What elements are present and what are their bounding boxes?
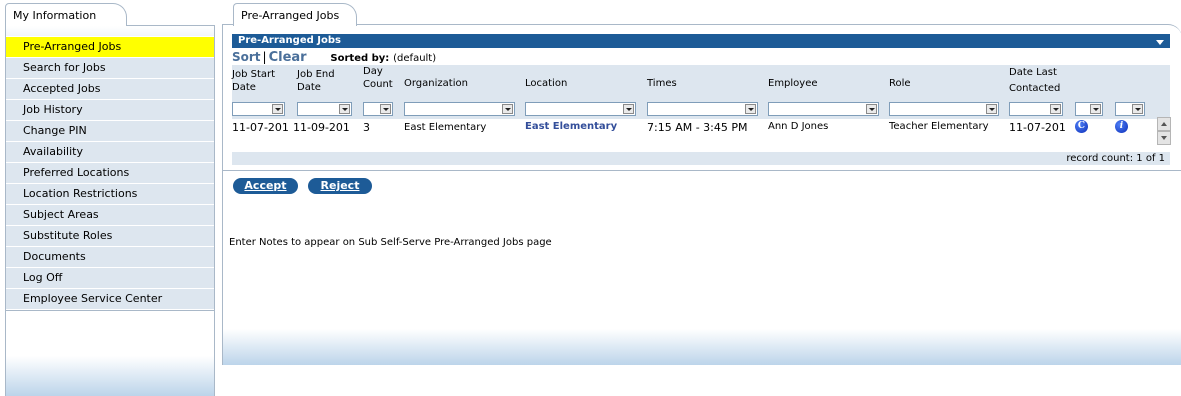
chevron-down-icon	[866, 104, 877, 114]
sort-separator: |	[262, 50, 267, 64]
sort-link[interactable]: Sort	[232, 50, 261, 64]
col-date-last-contacted[interactable]: Date Last Contacted	[1009, 65, 1069, 97]
sorted-by-label: Sorted by:	[330, 53, 390, 64]
filter-date-last-contacted[interactable]	[1009, 102, 1063, 116]
grid-scrollbar[interactable]	[1157, 117, 1171, 145]
chevron-down-icon	[380, 104, 391, 114]
sort-bar: Sort | Clear Sorted by: (default)	[232, 50, 437, 65]
chevron-down-icon	[339, 104, 350, 114]
filter-day-count[interactable]	[363, 102, 393, 116]
sidebar-item-accepted-jobs[interactable]: Accepted Jobs	[6, 79, 214, 99]
sidebar-item-change-pin[interactable]: Change PIN	[6, 121, 214, 141]
contact-c-icon[interactable]: C	[1075, 120, 1088, 133]
sidebar-item-preferred-locations[interactable]: Preferred Locations	[6, 163, 214, 183]
col-job-start-date[interactable]: Job Start Date	[232, 68, 290, 94]
cell-location-link[interactable]: East Elementary	[525, 121, 617, 132]
filter-job-start-date[interactable]	[232, 102, 285, 116]
accept-button[interactable]: Accept	[233, 178, 298, 194]
col-location[interactable]: Location	[525, 77, 567, 90]
main-panel: Pre-Arranged Jobs Sort | Clear Sorted by: …	[222, 24, 1181, 365]
cell-organization: East Elementary	[404, 122, 487, 133]
tab-pre-arranged-jobs[interactable]: Pre-Arranged Jobs	[233, 3, 357, 26]
sidebar-item-substitute-roles[interactable]: Substitute Roles	[6, 226, 214, 246]
filter-organization[interactable]	[404, 102, 515, 116]
cell-job-start-date: 11-07-201	[232, 121, 289, 134]
sidebar: Pre-Arranged Jobs Search for Jobs Accept…	[5, 25, 215, 396]
chevron-down-icon	[745, 104, 756, 114]
grid-title: Pre-Arranged Jobs	[238, 35, 341, 46]
chevron-down-icon	[623, 104, 634, 114]
tab-label: My Information	[13, 9, 97, 22]
tab-label: Pre-Arranged Jobs	[241, 9, 340, 22]
col-job-end-date[interactable]: Job End Date	[297, 68, 352, 94]
sorted-by-value: (default)	[393, 53, 437, 64]
clear-link[interactable]: Clear	[269, 50, 307, 65]
sidebar-item-availability[interactable]: Availability	[6, 142, 214, 162]
reject-button[interactable]: Reject	[308, 178, 372, 194]
sidebar-item-location-restrictions[interactable]: Location Restrictions	[6, 184, 214, 204]
col-times[interactable]: Times	[647, 77, 677, 90]
info-icon[interactable]: i	[1115, 120, 1128, 133]
grid-footer: record count: 1 of 1	[232, 152, 1170, 165]
notes-text: Enter Notes to appear on Sub Self-Serve …	[229, 237, 552, 248]
col-employee[interactable]: Employee	[768, 77, 818, 90]
chevron-down-icon	[1050, 104, 1061, 114]
sidebar-item-subject-areas[interactable]: Subject Areas	[6, 205, 214, 225]
sidebar-nav: Pre-Arranged Jobs Search for Jobs Accept…	[6, 37, 214, 310]
filter-employee[interactable]	[768, 102, 879, 116]
filter-contact-flag[interactable]	[1075, 102, 1103, 116]
sidebar-item-documents[interactable]: Documents	[6, 247, 214, 267]
sidebar-item-log-off[interactable]: Log Off	[6, 268, 214, 288]
chevron-down-icon	[1090, 104, 1101, 114]
filter-location[interactable]	[525, 102, 636, 116]
col-role[interactable]: Role	[889, 77, 911, 90]
chevron-down-icon	[1132, 104, 1143, 114]
grid-header: Pre-Arranged Jobs	[232, 34, 1170, 48]
sidebar-item-pre-arranged-jobs[interactable]: Pre-Arranged Jobs	[6, 37, 214, 57]
scroll-down-arrow-icon[interactable]	[1157, 131, 1171, 145]
cell-date-last-contacted: 11-07-201	[1009, 121, 1066, 134]
filter-job-end-date[interactable]	[297, 102, 352, 116]
chevron-down-icon	[272, 104, 283, 114]
col-day-count[interactable]: Day Count	[363, 65, 399, 91]
col-organization[interactable]: Organization	[404, 77, 468, 90]
chevron-down-icon	[986, 104, 997, 114]
sidebar-item-job-history[interactable]: Job History	[6, 100, 214, 120]
filter-info-flag[interactable]	[1115, 102, 1145, 116]
cell-role: Teacher Elementary	[889, 121, 989, 132]
cell-day-count: 3	[363, 121, 370, 134]
scroll-up-arrow-icon[interactable]	[1157, 117, 1171, 131]
sidebar-item-search-for-jobs[interactable]: Search for Jobs	[6, 58, 214, 78]
chevron-down-icon	[502, 104, 513, 114]
cell-job-end-date: 11-09-201	[293, 121, 350, 134]
record-count: record count: 1 of 1	[1066, 153, 1165, 164]
filter-role[interactable]	[889, 102, 999, 116]
collapse-arrow-icon[interactable]	[1156, 40, 1164, 45]
sidebar-item-employee-service-center[interactable]: Employee Service Center	[6, 289, 214, 309]
filter-times[interactable]	[647, 102, 758, 116]
cell-employee: Ann D Jones	[768, 121, 829, 132]
tab-my-information[interactable]: My Information	[5, 3, 127, 26]
cell-times: 7:15 AM - 3:45 PM	[647, 121, 748, 134]
